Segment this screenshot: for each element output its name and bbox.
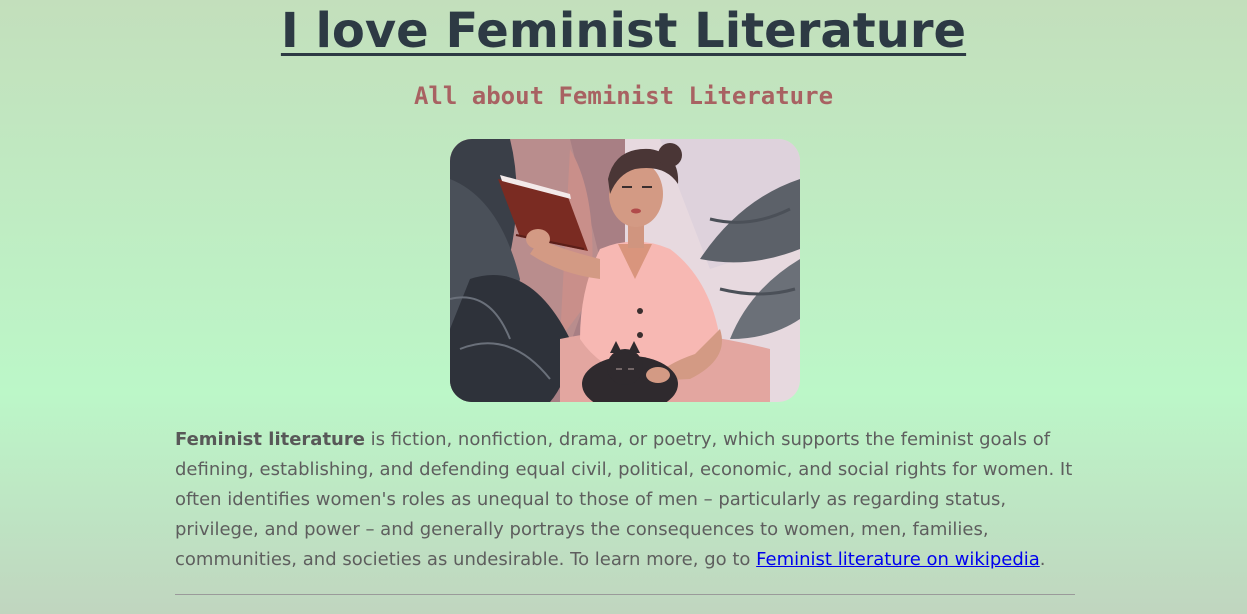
page-title: I love Feminist Literature [280, 3, 967, 59]
woman-reading-illustration-icon [450, 139, 800, 402]
intro-paragraph: Feminist literature is fiction, nonficti… [175, 425, 1075, 575]
wikipedia-link[interactable]: Feminist literature on wikipedia [756, 549, 1040, 570]
intro-term: Feminist literature [175, 429, 365, 450]
intro-text-end: . [1039, 549, 1046, 570]
hero-image [450, 139, 800, 402]
page-subtitle: All about Feminist Literature [413, 82, 834, 110]
divider [175, 594, 1075, 595]
